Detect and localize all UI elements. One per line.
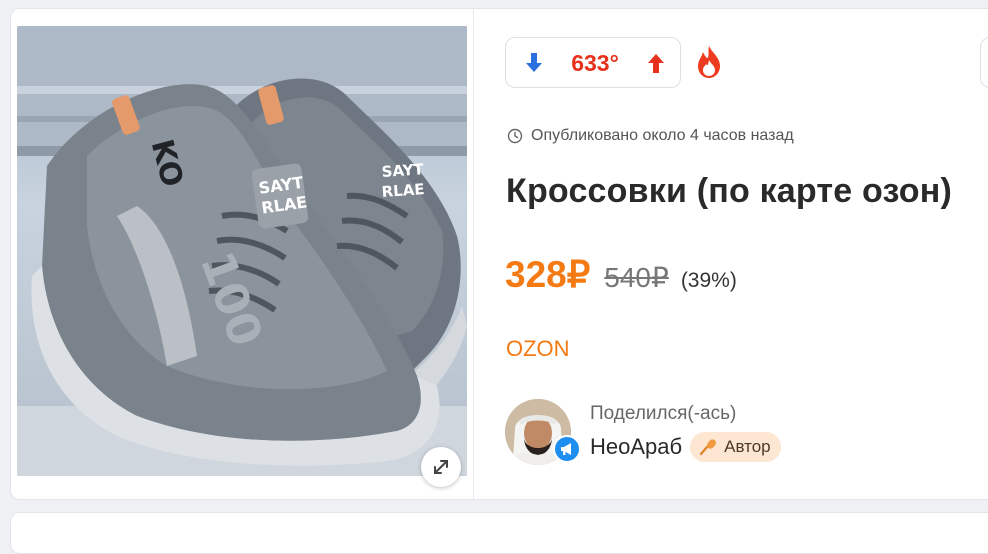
posted-time: Опубликовано около 4 часов назад bbox=[531, 127, 794, 144]
current-price: 328₽ bbox=[505, 254, 591, 295]
next-deal-card bbox=[10, 512, 988, 554]
author-badge: Автор bbox=[690, 432, 781, 462]
vote-down-button[interactable] bbox=[520, 49, 548, 77]
deal-title[interactable]: Кроссовки (по карте озон) bbox=[506, 172, 952, 211]
microphone-icon bbox=[700, 439, 717, 456]
vote-widget: 633° bbox=[505, 37, 681, 88]
product-image[interactable]: SAYT RLAE SAYT RLAE 100 KO bbox=[17, 26, 467, 476]
author-row: НеоАраб Автор bbox=[590, 432, 781, 462]
svg-text:SAYT: SAYT bbox=[381, 160, 425, 181]
megaphone-icon bbox=[561, 443, 571, 455]
shared-by-label: Поделился(-ась) bbox=[590, 403, 737, 424]
flame-icon bbox=[698, 46, 720, 78]
vote-up-button[interactable] bbox=[642, 49, 670, 77]
posted-info: Опубликовано около 4 часов назад bbox=[507, 125, 794, 147]
avatar-badge bbox=[553, 435, 581, 463]
hot-deal-indicator bbox=[694, 45, 724, 79]
clock-icon bbox=[507, 128, 523, 144]
expand-image-button[interactable] bbox=[421, 447, 461, 487]
arrow-up-icon bbox=[648, 54, 664, 73]
sneakers-illustration: SAYT RLAE SAYT RLAE 100 KO bbox=[17, 26, 467, 476]
svg-text:RLAE: RLAE bbox=[381, 180, 425, 201]
side-action-button[interactable] bbox=[980, 37, 988, 88]
card-divider bbox=[473, 8, 474, 499]
author-name[interactable]: НеоАраб bbox=[590, 434, 682, 460]
author-badge-label: Автор bbox=[724, 437, 771, 456]
discount-percent: (39%) bbox=[680, 269, 737, 292]
price-row: 328₽ 540₽ (39%) bbox=[505, 253, 737, 296]
vote-score: 633° bbox=[571, 50, 619, 76]
store-link[interactable]: OZON bbox=[506, 336, 570, 362]
arrow-down-icon bbox=[526, 53, 542, 72]
expand-icon bbox=[434, 460, 448, 474]
original-price: 540₽ bbox=[604, 262, 669, 293]
